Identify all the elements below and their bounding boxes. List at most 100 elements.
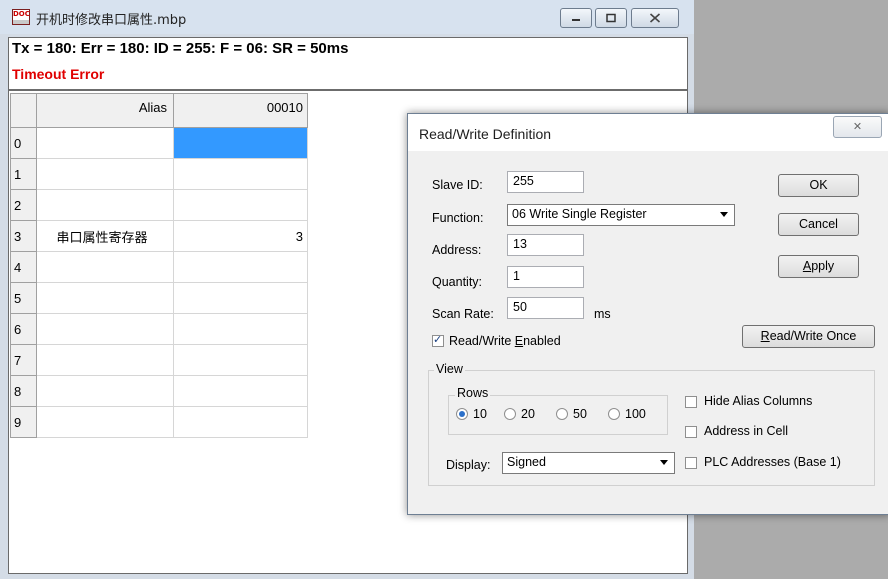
alias-cell[interactable]	[36, 406, 174, 438]
row-number[interactable]: 8	[10, 375, 37, 407]
grid-corner[interactable]	[10, 93, 37, 128]
cancel-button[interactable]: Cancel	[778, 213, 859, 236]
value-cell[interactable]	[173, 406, 308, 438]
value-cell[interactable]	[173, 344, 308, 376]
table-row: 6	[10, 313, 308, 345]
radio-unselected-icon	[608, 408, 620, 420]
maximize-icon	[606, 13, 616, 23]
radio-unselected-icon	[504, 408, 516, 420]
rows-option-50[interactable]: 50	[556, 407, 600, 423]
dialog-title: Read/Write Definition	[419, 126, 552, 142]
view-group-label: View	[434, 362, 465, 376]
address-in-cell-checkbox[interactable]: Address in Cell	[685, 424, 855, 440]
row-number[interactable]: 7	[10, 344, 37, 376]
maximize-button[interactable]	[595, 8, 627, 28]
rows-option-100[interactable]: 100	[608, 407, 660, 423]
minimize-button[interactable]	[560, 8, 592, 28]
alias-cell[interactable]	[36, 158, 174, 190]
plc-addresses-label: PLC Addresses (Base 1)	[704, 455, 841, 469]
row-number[interactable]: 5	[10, 282, 37, 314]
read-write-enabled-checkbox[interactable]: Read/Write Enabled	[430, 333, 620, 349]
quantity-input[interactable]: 1	[507, 266, 584, 288]
read-write-once-button[interactable]: Read/Write Once	[742, 325, 875, 348]
hide-alias-columns-checkbox[interactable]: Hide Alias Columns	[685, 394, 855, 410]
alias-cell[interactable]	[36, 344, 174, 376]
function-label: Function:	[432, 211, 484, 225]
value-cell[interactable]	[173, 282, 308, 314]
alias-column-header[interactable]: Alias	[36, 93, 174, 128]
read-write-enabled-label: Read/Write Enabled	[449, 334, 561, 348]
alias-cell[interactable]	[36, 282, 174, 314]
value-cell[interactable]	[173, 313, 308, 345]
display-label: Display:	[446, 458, 491, 472]
status-separator	[9, 89, 687, 91]
table-row: 9	[10, 406, 308, 438]
dropdown-arrow-icon	[720, 212, 728, 217]
row-number[interactable]: 4	[10, 251, 37, 283]
quantity-label: Quantity:	[432, 275, 483, 289]
ok-button[interactable]: OK	[778, 174, 859, 197]
row-number[interactable]: 2	[10, 189, 37, 221]
value-cell[interactable]	[173, 158, 308, 190]
alias-cell[interactable]	[36, 313, 174, 345]
value-cell[interactable]	[173, 375, 308, 407]
table-row: 0	[10, 127, 308, 159]
alias-cell[interactable]	[36, 127, 174, 159]
register-grid[interactable]: Alias 00010 0 1 2 3 串口属性寄存器 3 4 5 6 7 8 …	[10, 93, 308, 438]
table-row: 7	[10, 344, 308, 376]
scan-rate-label: Scan Rate:	[432, 307, 494, 321]
address-label: Address:	[432, 243, 482, 257]
read-write-definition-dialog: Read/Write Definition ✕ Slave ID: 255 Fu…	[407, 113, 888, 515]
rows-group-label: Rows	[455, 386, 491, 400]
alias-cell[interactable]	[36, 251, 174, 283]
rows-option-label: 20	[521, 407, 535, 421]
minimize-icon	[572, 19, 580, 21]
scan-rate-input[interactable]: 50	[507, 297, 584, 319]
address-column-header[interactable]: 00010	[173, 93, 308, 128]
table-row: 2	[10, 189, 308, 221]
alias-cell[interactable]	[36, 189, 174, 221]
value-cell[interactable]	[173, 251, 308, 283]
checkbox-checked-icon	[432, 333, 444, 347]
dropdown-arrow-icon	[660, 460, 668, 465]
alias-cell[interactable]: 串口属性寄存器	[36, 220, 174, 252]
radio-selected-icon	[456, 408, 468, 420]
main-window-title: 开机时修改串口属性.mbp	[36, 13, 187, 28]
document-icon: DOC	[12, 9, 30, 25]
checkbox-unchecked-icon	[685, 396, 697, 408]
table-row: 1	[10, 158, 308, 190]
row-number[interactable]: 9	[10, 406, 37, 438]
row-number[interactable]: 3	[10, 220, 37, 252]
grid-header-row: Alias 00010	[10, 93, 308, 128]
plc-addresses-checkbox[interactable]: PLC Addresses (Base 1)	[685, 455, 870, 471]
rows-option-20[interactable]: 20	[504, 407, 548, 423]
main-title-bar[interactable]: DOC 开机时修改串口属性.mbp	[0, 0, 694, 34]
value-cell[interactable]	[173, 189, 308, 221]
display-select[interactable]: Signed	[502, 452, 675, 474]
close-window-button[interactable]	[631, 8, 679, 28]
table-row: 4	[10, 251, 308, 283]
rows-option-label: 10	[473, 407, 487, 421]
dialog-title-bar[interactable]: Read/Write Definition ✕	[408, 114, 888, 151]
value-cell[interactable]: 3	[173, 220, 308, 252]
scan-rate-unit: ms	[594, 307, 611, 321]
row-number[interactable]: 6	[10, 313, 37, 345]
rows-option-10[interactable]: 10	[456, 407, 500, 423]
slave-id-input[interactable]: 255	[507, 171, 584, 193]
value-cell-selected[interactable]	[173, 127, 308, 159]
table-row: 3 串口属性寄存器 3	[10, 220, 308, 252]
slave-id-label: Slave ID:	[432, 178, 483, 192]
address-input[interactable]: 13	[507, 234, 584, 256]
function-select-value: 06 Write Single Register	[512, 207, 647, 221]
apply-button[interactable]: Apply	[778, 255, 859, 278]
status-line: Tx = 180: Err = 180: ID = 255: F = 06: S…	[12, 40, 349, 57]
alias-cell[interactable]	[36, 375, 174, 407]
display-select-value: Signed	[507, 455, 546, 469]
checkbox-unchecked-icon	[685, 457, 697, 469]
row-number[interactable]: 1	[10, 158, 37, 190]
row-number[interactable]: 0	[10, 127, 37, 159]
address-in-cell-label: Address in Cell	[704, 424, 789, 438]
rows-option-label: 100	[625, 407, 646, 421]
dialog-close-button[interactable]: ✕	[833, 116, 882, 138]
function-select[interactable]: 06 Write Single Register	[507, 204, 735, 226]
